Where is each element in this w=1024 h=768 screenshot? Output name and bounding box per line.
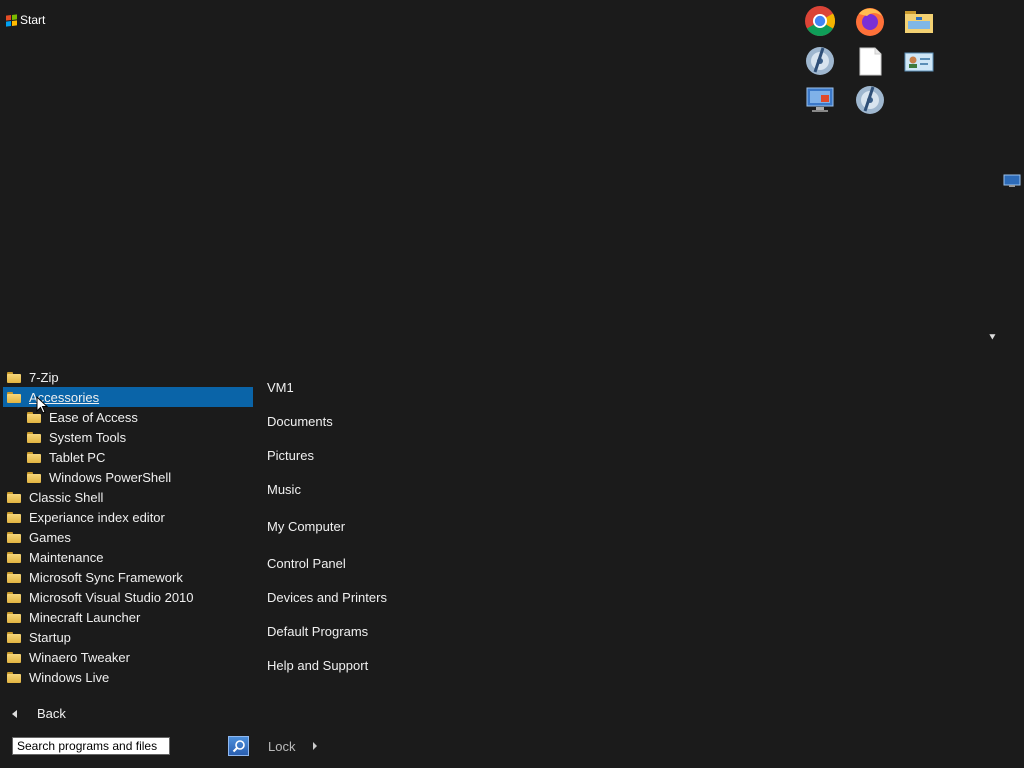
blank-document-icon[interactable] [853,44,887,78]
program-folder-item[interactable]: Windows PowerShell [3,467,253,487]
program-folder-label: Windows Live [29,669,110,685]
folder-icon [27,431,41,443]
program-folder-label: Winaero Tweaker [29,649,130,665]
place-my-computer[interactable]: My Computer [267,519,345,534]
folder-icon [7,651,21,663]
folder-icon [27,451,41,463]
search-button[interactable] [228,736,249,756]
chrome-icon[interactable] [803,4,837,38]
folder-icon [7,491,21,503]
program-folder-label: Classic Shell [29,489,104,505]
program-folder-item[interactable]: Games [3,527,253,547]
back-button[interactable]: Back [12,706,66,721]
folder-icon [7,551,21,563]
place-default-programs[interactable]: Default Programs [267,624,368,639]
program-folder-label: Experiance index editor [29,509,165,525]
windows-logo-icon [6,13,17,27]
lock-button[interactable]: Lock [268,739,295,754]
program-folder-item[interactable]: Startup [3,627,253,647]
folder-icon [7,571,21,583]
program-folder-label: Ease of Access [49,409,138,425]
media-disc-icon[interactable] [803,44,837,78]
program-folder-item[interactable]: Winaero Tweaker [3,647,253,667]
file-explorer-icon[interactable] [902,4,936,38]
program-folder-label: System Tools [49,429,127,445]
start-button[interactable]: Start [6,13,45,27]
program-folder-item[interactable]: Tablet PC [3,447,253,467]
program-folder-item[interactable]: Microsoft Sync Framework [3,567,253,587]
firefox-icon[interactable] [853,4,887,38]
place-control-panel[interactable]: Control Panel [267,556,346,571]
program-folder-item[interactable]: Experiance index editor [3,507,253,527]
media-disc-icon[interactable] [853,83,887,117]
program-folder-label: Microsoft Sync Framework [29,569,183,585]
folder-icon [7,671,21,683]
place-pictures[interactable]: Pictures [267,448,314,463]
program-folder-label: Tablet PC [49,449,106,465]
program-folder-label: 7-Zip [29,369,59,385]
monitor-icon[interactable] [1003,174,1021,188]
folder-icon [7,531,21,543]
program-folder-item[interactable]: Microsoft Visual Studio 2010 [3,587,253,607]
folder-icon [27,471,41,483]
program-folder-item[interactable]: Classic Shell [3,487,253,507]
program-folder-label: Games [29,529,71,545]
folder-icon [7,371,21,383]
programs-list: 7-Zip Accessories Ease of Access System Too… [3,367,253,687]
program-folder-item[interactable]: Minecraft Launcher [3,607,253,627]
remote-desktop-icon[interactable] [803,83,837,117]
search-input[interactable] [13,738,169,754]
folder-icon [7,631,21,643]
program-folder-item[interactable]: Windows Live [3,667,253,687]
lock-options-arrow-icon[interactable] [313,742,317,750]
start-label: Start [20,13,46,27]
back-label: Back [37,706,66,721]
program-folder-item[interactable]: System Tools [3,427,253,447]
search-icon [232,740,245,753]
folder-icon [7,611,21,623]
back-arrow-icon [12,709,17,718]
program-folder-label: Startup [29,629,71,645]
folder-icon [7,391,21,403]
place-vm1[interactable]: VM1 [267,380,294,395]
program-folder-item[interactable]: Maintenance [3,547,253,567]
folder-icon [7,591,21,603]
place-devices-and-printers[interactable]: Devices and Printers [267,590,387,605]
program-folder-item[interactable]: 7-Zip [3,367,253,387]
program-folder-label: Maintenance [29,549,104,565]
search-box [12,737,170,755]
place-documents[interactable]: Documents [267,414,333,429]
program-folder-label: Minecraft Launcher [29,609,141,625]
mouse-cursor-icon [36,396,48,414]
program-folder-label: Windows PowerShell [49,469,172,485]
chevron-double-down-icon[interactable]: ⯆ [988,333,997,344]
place-music[interactable]: Music [267,482,301,497]
folder-icon [7,511,21,523]
contact-card-icon[interactable] [902,44,936,78]
program-folder-label: Microsoft Visual Studio 2010 [29,589,194,605]
place-help-and-support[interactable]: Help and Support [267,658,368,673]
